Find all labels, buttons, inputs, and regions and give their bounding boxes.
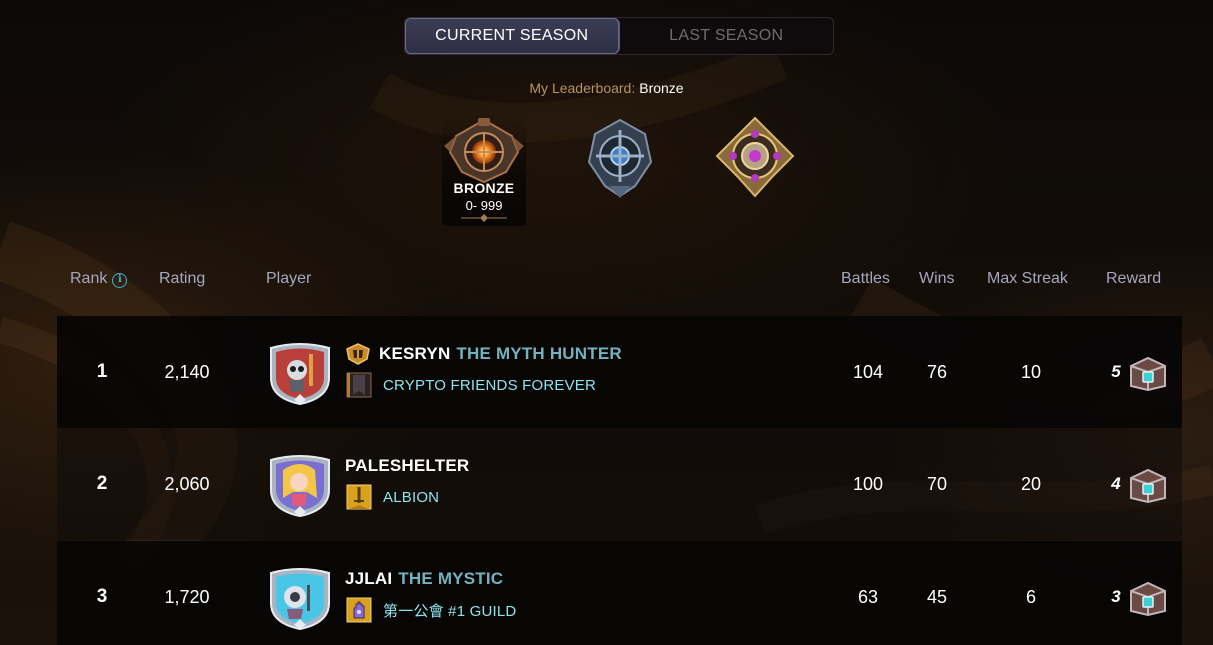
rating-cell: 1,720 bbox=[164, 586, 210, 607]
player-title: THE MYTH HUNTER bbox=[456, 344, 622, 363]
guild-name[interactable]: CRYPTO FRIENDS FOREVER bbox=[383, 377, 596, 394]
player-info: KESRYN THE MYTH HUNTER CRYPTO FRIENDS FO… bbox=[345, 342, 622, 400]
player-name[interactable]: JJLAI bbox=[345, 569, 392, 589]
reward-chest-icon bbox=[1130, 356, 1166, 392]
rating-cell: 2,060 bbox=[164, 473, 210, 494]
wins-cell: 70 bbox=[926, 473, 948, 494]
rank-cell: 3 bbox=[96, 586, 108, 607]
last-season-tab[interactable]: LAST SEASON bbox=[620, 18, 834, 54]
robot-avatar-icon[interactable] bbox=[267, 565, 333, 631]
column-wins[interactable]: Wins bbox=[919, 270, 955, 288]
battles-cell: 100 bbox=[852, 473, 884, 494]
blonde-mage-avatar-icon[interactable] bbox=[267, 452, 333, 518]
column-rank-label: Rank bbox=[70, 270, 108, 287]
reward-chest-icon bbox=[1130, 581, 1166, 617]
player-info: PALESHELTER ALBION bbox=[345, 454, 475, 512]
table-row[interactable]: 2 2,060 PALESHELTER ALBION 100 70 20 4 bbox=[57, 428, 1182, 540]
wins-cell: 45 bbox=[926, 586, 948, 607]
hand-banner-icon bbox=[346, 597, 372, 623]
rank-cell: 2 bbox=[96, 473, 108, 494]
player-name[interactable]: PALESHELTER bbox=[345, 456, 469, 476]
reward-chest-icon bbox=[1130, 468, 1166, 504]
my-leaderboard-label: My Leaderboard: bbox=[529, 80, 636, 96]
silver-league-icon bbox=[587, 118, 653, 198]
guild-name[interactable]: 第一公會 #1 GUILD bbox=[383, 600, 516, 621]
league-gold[interactable] bbox=[713, 116, 797, 226]
dark-banner-icon bbox=[346, 372, 372, 398]
max-streak-cell: 20 bbox=[1020, 473, 1042, 494]
max-streak-cell: 6 bbox=[1025, 586, 1036, 607]
bronze-league-icon bbox=[444, 118, 524, 184]
rating-cell: 2,140 bbox=[164, 361, 210, 382]
guild-name[interactable]: ALBION bbox=[383, 489, 439, 506]
my-leaderboard-value: Bronze bbox=[639, 80, 684, 96]
battles-cell: 104 bbox=[852, 361, 884, 382]
column-battles[interactable]: Battles bbox=[841, 270, 890, 288]
leaderboard-header: Rank i Rating Player Battles Wins Max Str… bbox=[0, 270, 1213, 294]
achievement-helmet-icon bbox=[346, 343, 370, 365]
rank-cell: 1 bbox=[96, 361, 108, 382]
gold-league-icon bbox=[715, 116, 795, 198]
column-reward: Reward bbox=[1106, 270, 1162, 287]
current-season-tab[interactable]: CURRENT SEASON bbox=[405, 18, 620, 54]
skeleton-warrior-avatar-icon[interactable] bbox=[267, 340, 333, 406]
league-silver[interactable] bbox=[578, 116, 662, 226]
battles-cell: 63 bbox=[857, 586, 879, 607]
player-info: JJLAI THE MYSTIC 第一公會 #1 GUILD bbox=[345, 567, 516, 625]
reward-count: 3 bbox=[1111, 587, 1121, 606]
my-leaderboard: My Leaderboard: Bronze bbox=[0, 80, 1213, 96]
column-player: Player bbox=[266, 270, 312, 287]
season-toggle: CURRENT SEASON LAST SEASON bbox=[404, 17, 834, 55]
info-icon[interactable]: i bbox=[112, 273, 128, 288]
ornament-divider-icon bbox=[461, 214, 507, 222]
wins-cell: 76 bbox=[926, 361, 948, 382]
league-range: 0- 999 bbox=[465, 198, 503, 213]
column-rating[interactable]: Rating bbox=[159, 270, 205, 288]
table-row[interactable]: 1 2,140 KESRYN THE MYTH HUNTER CRYPTO FR… bbox=[57, 316, 1182, 428]
reward-count: 5 bbox=[1111, 362, 1121, 381]
league-bronze[interactable]: BRONZE 0- 999 bbox=[442, 116, 526, 226]
column-max-streak[interactable]: Max Streak bbox=[987, 270, 1068, 288]
reward-cell[interactable]: 4 bbox=[1109, 428, 1179, 540]
player-name[interactable]: KESRYN bbox=[379, 344, 450, 364]
sword-banner-icon bbox=[346, 484, 372, 510]
table-row[interactable]: 3 1,720 JJLAI THE MYSTIC 第一公會 #1 GUILD 6… bbox=[57, 541, 1182, 645]
reward-cell[interactable]: 5 bbox=[1109, 316, 1179, 428]
reward-count: 4 bbox=[1111, 474, 1121, 493]
column-rank: Rank i bbox=[70, 270, 128, 288]
player-title: THE MYSTIC bbox=[398, 569, 504, 588]
max-streak-cell: 10 bbox=[1020, 361, 1042, 382]
reward-cell[interactable]: 3 bbox=[1109, 541, 1179, 645]
league-name: BRONZE bbox=[453, 180, 515, 196]
